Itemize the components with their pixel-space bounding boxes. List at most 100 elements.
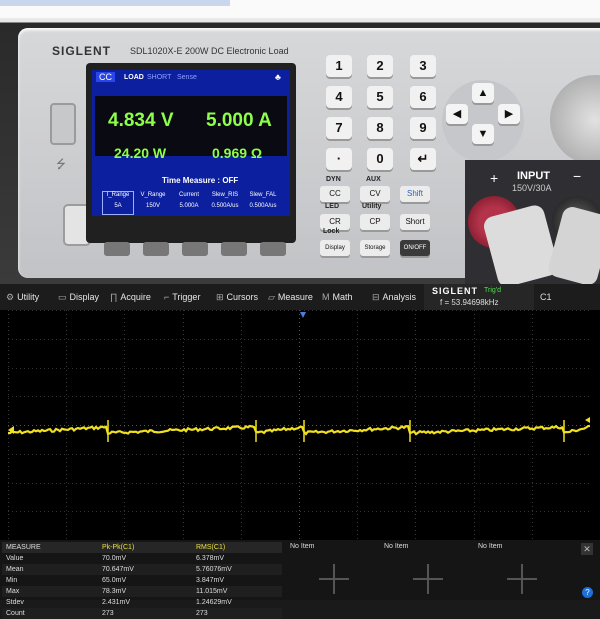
scope-menu-bar: ⚙ Utility ▭ Display ∏ Acquire ⌐ Trigger ⊞ Cur… bbox=[0, 284, 600, 310]
tab-short: SHORT bbox=[147, 74, 172, 81]
menu-display[interactable]: ▭ Display bbox=[58, 292, 99, 303]
menu-acquire[interactable]: ∏ Acquire bbox=[110, 292, 151, 302]
param-i-range: I_Range 5A bbox=[106, 192, 130, 209]
cv-button[interactable]: CV bbox=[360, 186, 390, 202]
arrow-left-icon[interactable]: ◀ bbox=[446, 104, 468, 124]
tab-load: LOAD bbox=[124, 74, 144, 81]
cc-button[interactable]: CC bbox=[320, 186, 350, 202]
close-icon[interactable]: ✕ bbox=[581, 543, 593, 555]
input-rating: 150V/30A bbox=[512, 183, 552, 193]
top-strip bbox=[0, 0, 600, 18]
arrow-right-icon[interactable]: ▶ bbox=[498, 104, 520, 124]
add-measure-icon[interactable] bbox=[413, 564, 443, 594]
input-label: INPUT bbox=[517, 170, 550, 182]
plus-label: + bbox=[490, 170, 499, 186]
softkey-2[interactable] bbox=[143, 242, 169, 256]
key-9[interactable]: 9 bbox=[410, 117, 436, 139]
table-row: Count 273 273 bbox=[2, 608, 282, 619]
current-readout: 5.000 A bbox=[206, 110, 272, 131]
key-5[interactable]: 5 bbox=[367, 86, 393, 108]
scope-brand: SIGLENT bbox=[432, 286, 479, 296]
header-measure: MEASURE bbox=[2, 542, 98, 553]
header-rms[interactable]: RMS(C1) bbox=[192, 542, 282, 553]
trigger-position-marker[interactable] bbox=[300, 312, 306, 318]
key-3[interactable]: 3 bbox=[410, 55, 436, 77]
add-measure-icon[interactable] bbox=[319, 564, 349, 594]
key-8[interactable]: 8 bbox=[367, 117, 393, 139]
menu-trigger[interactable]: ⌐ Trigger bbox=[164, 292, 200, 302]
measure-icon: ▱ bbox=[268, 292, 275, 302]
usb-icon: ⭍ bbox=[56, 157, 66, 171]
measurement-panel: MEASURE Pk-Pk(C1) RMS(C1) Value 70.0mV 6.3… bbox=[0, 540, 600, 619]
load-model: SDL1020X-E 200W DC Electronic Load bbox=[130, 46, 289, 56]
add-measure-icon[interactable] bbox=[507, 564, 537, 594]
network-icon: ♣ bbox=[275, 72, 281, 82]
trigger-level-marker[interactable] bbox=[585, 417, 590, 423]
menu-math[interactable]: M Math bbox=[322, 292, 353, 302]
load-screen: CC LOAD SHORT Sense ♣ 4.834 V 5.000 A 24… bbox=[92, 70, 290, 216]
display-icon: ▭ bbox=[58, 292, 67, 302]
waveform-area[interactable] bbox=[8, 310, 590, 540]
key-6[interactable]: 6 bbox=[410, 86, 436, 108]
softkey-4[interactable] bbox=[221, 242, 247, 256]
key-enter[interactable]: ↵ bbox=[410, 148, 436, 170]
measure-slot-label: No Item bbox=[290, 543, 315, 550]
key-0[interactable]: 0 bbox=[367, 148, 393, 170]
shift-button[interactable]: Shift bbox=[400, 186, 430, 202]
menu-analysis[interactable]: ⊟ Analysis bbox=[372, 292, 416, 303]
menu-cursors[interactable]: ⊞ Cursors bbox=[216, 292, 258, 303]
softkey-3[interactable] bbox=[182, 242, 208, 256]
param-v-range: V_Range 150V bbox=[140, 192, 166, 209]
trigger-frequency: f = 53.94698kHz bbox=[440, 298, 499, 307]
param-current: Current 5.000A bbox=[178, 192, 199, 209]
power-readout: 24.20 W bbox=[114, 145, 167, 161]
arrow-down-icon[interactable]: ▼ bbox=[472, 124, 494, 144]
display-button[interactable]: Display bbox=[320, 240, 350, 256]
usb-port bbox=[50, 103, 76, 145]
mode-indicator: CC bbox=[96, 72, 115, 82]
softkey-5[interactable] bbox=[260, 242, 286, 256]
trigger-icon: ⌐ bbox=[164, 292, 170, 302]
table-row: Value 70.0mV 6.378mV bbox=[6, 555, 225, 562]
time-measure-status: Time Measure : OFF bbox=[162, 176, 239, 185]
resistance-readout: 0.969 Ω bbox=[212, 145, 263, 161]
menu-measure[interactable]: ▱ Measure bbox=[268, 292, 313, 303]
label-dyn: DYN bbox=[326, 176, 341, 183]
graticule bbox=[8, 310, 590, 540]
label-utility: Utility bbox=[362, 203, 382, 210]
table-row: Stdev 2.431mV 1.24629mV bbox=[6, 599, 232, 606]
measure-slot-label: No Item bbox=[478, 543, 503, 550]
key-2[interactable]: 2 bbox=[367, 55, 393, 77]
softkey-1[interactable] bbox=[104, 242, 130, 256]
storage-button[interactable]: Storage bbox=[360, 240, 390, 256]
on-off-button[interactable]: ON/OFF bbox=[400, 240, 430, 256]
table-row: Min 65.0mV 3.847mV bbox=[6, 577, 225, 584]
channel-label[interactable]: C1 bbox=[540, 292, 552, 302]
label-lock: Lock bbox=[323, 228, 340, 235]
table-row: Max 78.3mV 11.015mV bbox=[2, 586, 282, 597]
math-icon: M bbox=[322, 292, 330, 302]
trigger-status: Trig'd bbox=[484, 287, 502, 294]
cursors-icon: ⊞ bbox=[216, 292, 224, 302]
param-slew-fal: Slew_FAL 0.500A/us bbox=[249, 192, 277, 209]
menu-utility[interactable]: ⚙ Utility bbox=[6, 292, 39, 303]
label-led: LED bbox=[325, 203, 339, 210]
electronic-load-photo: SIGLENT SDL1020X-E 200W DC Electronic Lo… bbox=[0, 0, 600, 284]
acquire-icon: ∏ bbox=[110, 292, 118, 302]
measurement-table: MEASURE Pk-Pk(C1) RMS(C1) Value 70.0mV 6.3… bbox=[2, 542, 282, 619]
voltage-readout: 4.834 V bbox=[108, 110, 174, 131]
minus-label: − bbox=[573, 168, 582, 184]
analysis-icon: ⊟ bbox=[372, 292, 380, 302]
cp-button[interactable]: CP bbox=[360, 214, 390, 230]
key-4[interactable]: 4 bbox=[326, 86, 352, 108]
header-pkpk[interactable]: Pk-Pk(C1) bbox=[98, 542, 192, 553]
key-7[interactable]: 7 bbox=[326, 117, 352, 139]
screen-status-bar: CC LOAD SHORT Sense ♣ bbox=[92, 70, 290, 86]
arrow-up-icon[interactable]: ▲ bbox=[472, 83, 494, 103]
table-row: Mean 70.647mV 5.76076mV bbox=[2, 564, 282, 575]
key-1[interactable]: 1 bbox=[326, 55, 352, 77]
help-icon[interactable]: ? bbox=[582, 587, 593, 598]
key-dot[interactable]: · bbox=[326, 148, 352, 170]
short-button[interactable]: Short bbox=[400, 214, 430, 230]
label-aux: AUX bbox=[366, 176, 381, 183]
